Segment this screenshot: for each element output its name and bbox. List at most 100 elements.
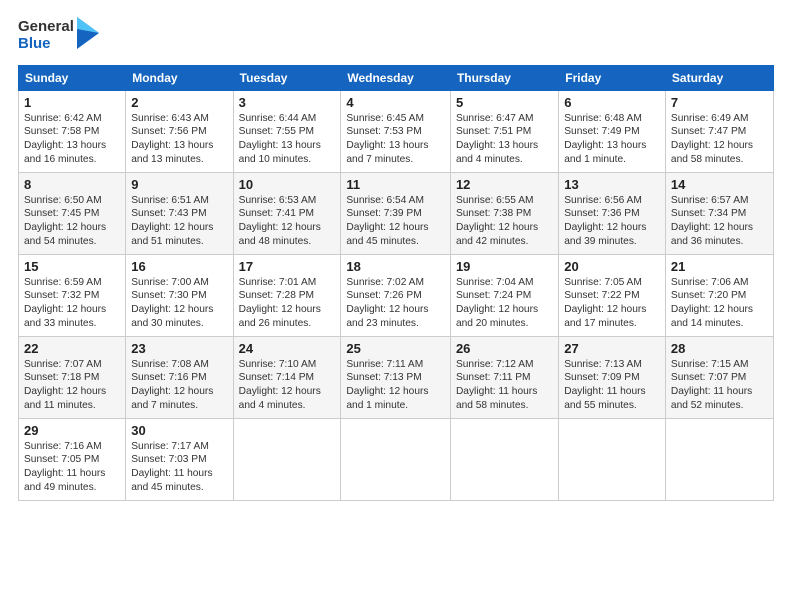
day-number: 4 <box>346 95 445 110</box>
day-number: 5 <box>456 95 553 110</box>
day-number: 10 <box>239 177 336 192</box>
calendar-cell: 10 Sunrise: 6:53 AM Sunset: 7:41 PM Dayli… <box>233 172 341 254</box>
calendar-cell: 12 Sunrise: 6:55 AM Sunset: 7:38 PM Dayli… <box>450 172 558 254</box>
day-info: Sunrise: 7:06 AM Sunset: 7:20 PM Dayligh… <box>671 276 768 331</box>
calendar-cell <box>233 418 341 500</box>
day-info: Sunrise: 6:45 AM Sunset: 7:53 PM Dayligh… <box>346 112 445 167</box>
day-number: 23 <box>131 341 227 356</box>
calendar-cell: 14 Sunrise: 6:57 AM Sunset: 7:34 PM Dayli… <box>665 172 773 254</box>
day-number: 20 <box>564 259 660 274</box>
day-number: 11 <box>346 177 445 192</box>
logo-wordmark: General Blue <box>18 18 74 53</box>
calendar-body: 1 Sunrise: 6:42 AM Sunset: 7:58 PM Daylig… <box>19 90 774 500</box>
day-info: Sunrise: 7:05 AM Sunset: 7:22 PM Dayligh… <box>564 276 660 331</box>
calendar-cell: 11 Sunrise: 6:54 AM Sunset: 7:39 PM Dayli… <box>341 172 451 254</box>
day-info: Sunrise: 6:55 AM Sunset: 7:38 PM Dayligh… <box>456 194 553 249</box>
day-number: 22 <box>24 341 120 356</box>
calendar-cell <box>450 418 558 500</box>
weekday-header: Monday <box>126 65 233 90</box>
day-number: 28 <box>671 341 768 356</box>
weekday-header: Saturday <box>665 65 773 90</box>
calendar-cell: 9 Sunrise: 6:51 AM Sunset: 7:43 PM Daylig… <box>126 172 233 254</box>
calendar-cell: 27 Sunrise: 7:13 AM Sunset: 7:09 PM Dayli… <box>559 336 666 418</box>
day-number: 21 <box>671 259 768 274</box>
day-number: 12 <box>456 177 553 192</box>
day-number: 17 <box>239 259 336 274</box>
day-info: Sunrise: 7:16 AM Sunset: 7:05 PM Dayligh… <box>24 440 120 495</box>
day-number: 24 <box>239 341 336 356</box>
day-number: 6 <box>564 95 660 110</box>
day-number: 19 <box>456 259 553 274</box>
calendar-week-row: 22 Sunrise: 7:07 AM Sunset: 7:18 PM Dayli… <box>19 336 774 418</box>
day-info: Sunrise: 6:50 AM Sunset: 7:45 PM Dayligh… <box>24 194 120 249</box>
calendar-cell: 24 Sunrise: 7:10 AM Sunset: 7:14 PM Dayli… <box>233 336 341 418</box>
logo-arrow-icon <box>77 17 99 49</box>
calendar-table: SundayMondayTuesdayWednesdayThursdayFrid… <box>18 65 774 501</box>
day-info: Sunrise: 7:10 AM Sunset: 7:14 PM Dayligh… <box>239 358 336 413</box>
day-number: 26 <box>456 341 553 356</box>
day-info: Sunrise: 6:51 AM Sunset: 7:43 PM Dayligh… <box>131 194 227 249</box>
page: General Blue SundayMondayTuesdayWednesda… <box>0 0 792 612</box>
logo: General Blue <box>18 18 99 53</box>
calendar-cell: 20 Sunrise: 7:05 AM Sunset: 7:22 PM Dayli… <box>559 254 666 336</box>
day-info: Sunrise: 7:11 AM Sunset: 7:13 PM Dayligh… <box>346 358 445 413</box>
calendar-cell: 16 Sunrise: 7:00 AM Sunset: 7:30 PM Dayli… <box>126 254 233 336</box>
day-number: 1 <box>24 95 120 110</box>
day-number: 2 <box>131 95 227 110</box>
day-info: Sunrise: 7:15 AM Sunset: 7:07 PM Dayligh… <box>671 358 768 413</box>
day-info: Sunrise: 7:00 AM Sunset: 7:30 PM Dayligh… <box>131 276 227 331</box>
day-number: 18 <box>346 259 445 274</box>
calendar-week-row: 15Sunrise: 6:59 AM Sunset: 7:32 PM Dayli… <box>19 254 774 336</box>
day-number: 30 <box>131 423 227 438</box>
calendar-cell: 23 Sunrise: 7:08 AM Sunset: 7:16 PM Dayli… <box>126 336 233 418</box>
calendar-cell: 15Sunrise: 6:59 AM Sunset: 7:32 PM Dayli… <box>19 254 126 336</box>
calendar-cell: 5 Sunrise: 6:47 AM Sunset: 7:51 PM Daylig… <box>450 90 558 172</box>
day-info: Sunrise: 7:07 AM Sunset: 7:18 PM Dayligh… <box>24 358 120 413</box>
calendar-cell: 6 Sunrise: 6:48 AM Sunset: 7:49 PM Daylig… <box>559 90 666 172</box>
day-info: Sunrise: 6:56 AM Sunset: 7:36 PM Dayligh… <box>564 194 660 249</box>
day-info: Sunrise: 6:48 AM Sunset: 7:49 PM Dayligh… <box>564 112 660 167</box>
calendar-cell: 4 Sunrise: 6:45 AM Sunset: 7:53 PM Daylig… <box>341 90 451 172</box>
day-number: 25 <box>346 341 445 356</box>
weekday-header: Tuesday <box>233 65 341 90</box>
day-info: Sunrise: 7:02 AM Sunset: 7:26 PM Dayligh… <box>346 276 445 331</box>
calendar-week-row: 1 Sunrise: 6:42 AM Sunset: 7:58 PM Daylig… <box>19 90 774 172</box>
day-info: Sunrise: 7:17 AM Sunset: 7:03 PM Dayligh… <box>131 440 227 495</box>
day-info: Sunrise: 6:47 AM Sunset: 7:51 PM Dayligh… <box>456 112 553 167</box>
day-number: 9 <box>131 177 227 192</box>
logo-general: General <box>18 18 74 35</box>
calendar-cell: 28 Sunrise: 7:15 AM Sunset: 7:07 PM Dayli… <box>665 336 773 418</box>
day-number: 14 <box>671 177 768 192</box>
day-number: 16 <box>131 259 227 274</box>
day-number: 27 <box>564 341 660 356</box>
header: General Blue <box>18 18 774 53</box>
day-info: Sunrise: 6:49 AM Sunset: 7:47 PM Dayligh… <box>671 112 768 167</box>
day-number: 8 <box>24 177 120 192</box>
day-info: Sunrise: 6:54 AM Sunset: 7:39 PM Dayligh… <box>346 194 445 249</box>
calendar-week-row: 8 Sunrise: 6:50 AM Sunset: 7:45 PM Daylig… <box>19 172 774 254</box>
day-info: Sunrise: 7:13 AM Sunset: 7:09 PM Dayligh… <box>564 358 660 413</box>
calendar-cell: 8 Sunrise: 6:50 AM Sunset: 7:45 PM Daylig… <box>19 172 126 254</box>
day-number: 3 <box>239 95 336 110</box>
calendar-cell <box>341 418 451 500</box>
day-info: Sunrise: 7:01 AM Sunset: 7:28 PM Dayligh… <box>239 276 336 331</box>
day-info: Sunrise: 7:08 AM Sunset: 7:16 PM Dayligh… <box>131 358 227 413</box>
day-info: Sunrise: 6:42 AM Sunset: 7:58 PM Dayligh… <box>24 112 120 167</box>
calendar-cell: 7Sunrise: 6:49 AM Sunset: 7:47 PM Daylig… <box>665 90 773 172</box>
day-info: Sunrise: 6:43 AM Sunset: 7:56 PM Dayligh… <box>131 112 227 167</box>
calendar-cell: 3 Sunrise: 6:44 AM Sunset: 7:55 PM Daylig… <box>233 90 341 172</box>
day-number: 29 <box>24 423 120 438</box>
calendar-cell <box>665 418 773 500</box>
weekday-header: Sunday <box>19 65 126 90</box>
calendar-cell: 21 Sunrise: 7:06 AM Sunset: 7:20 PM Dayli… <box>665 254 773 336</box>
day-info: Sunrise: 6:53 AM Sunset: 7:41 PM Dayligh… <box>239 194 336 249</box>
calendar-header: SundayMondayTuesdayWednesdayThursdayFrid… <box>19 65 774 90</box>
weekday-header: Friday <box>559 65 666 90</box>
calendar-cell: 22 Sunrise: 7:07 AM Sunset: 7:18 PM Dayli… <box>19 336 126 418</box>
calendar-cell <box>559 418 666 500</box>
calendar-cell: 26Sunrise: 7:12 AM Sunset: 7:11 PM Dayli… <box>450 336 558 418</box>
day-info: Sunrise: 6:57 AM Sunset: 7:34 PM Dayligh… <box>671 194 768 249</box>
calendar-cell: 29 Sunrise: 7:16 AM Sunset: 7:05 PM Dayli… <box>19 418 126 500</box>
weekday-header: Thursday <box>450 65 558 90</box>
day-info: Sunrise: 6:44 AM Sunset: 7:55 PM Dayligh… <box>239 112 336 167</box>
